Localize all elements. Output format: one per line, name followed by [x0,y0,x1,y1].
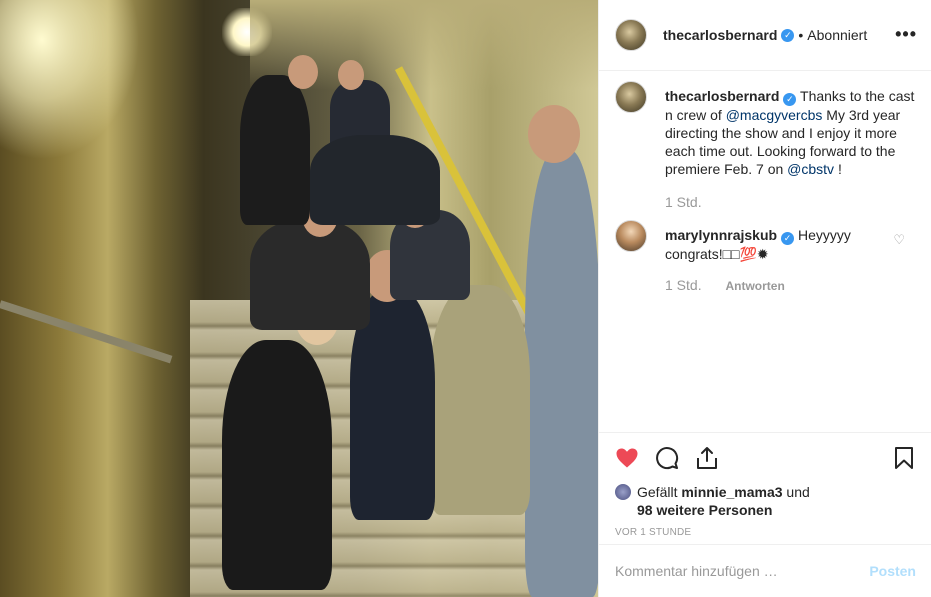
likes-others[interactable]: 98 weitere Personen [637,502,772,518]
caption-time[interactable]: 1 Std. [665,194,915,210]
mention-link[interactable]: @cbstv [787,161,834,177]
verified-icon: ✓ [781,28,795,42]
comment-time[interactable]: 1 Std. [665,277,702,293]
instagram-post: thecarlosbernard ✓ • Abonniert ••• theca… [0,0,931,597]
grey-handrail [0,300,173,364]
post-timestamp[interactable]: VOR 1 STUNDE [615,527,916,538]
heart-outline-icon[interactable]: ♡ [893,232,905,248]
post-photo[interactable] [0,0,598,597]
person-figure [222,340,332,590]
person-figure [525,150,598,597]
comment-icon[interactable] [655,446,679,470]
add-comment-bar: Kommentar hinzufügen … Posten [599,544,931,597]
person-head [528,105,580,163]
bookmark-icon[interactable] [892,446,916,470]
more-icon[interactable]: ••• [895,24,917,44]
liker-username[interactable]: minnie_mama3 [681,484,782,500]
comment-body: marylynnrajskub ✓ Heyyyyy congrats!□□💯✹ [665,226,915,263]
liker-avatar[interactable] [615,484,631,500]
person-figure [310,135,440,225]
person-figure [250,220,370,330]
likes-mid: und [782,484,810,500]
verified-icon: ✓ [781,232,795,245]
caption-text: ! [834,161,842,177]
action-icons [615,443,916,473]
share-icon[interactable] [695,446,719,470]
author-username[interactable]: thecarlosbernard [663,27,777,43]
likes-summary: Gefällt minnie_mama3 und 98 weitere Pers… [615,483,916,519]
person-figure [240,75,310,225]
follow-status-button[interactable]: Abonniert [807,27,867,43]
comment: marylynnrajskub ✓ Heyyyyy congrats!□□💯✹ [615,220,915,263]
post-comment-button[interactable]: Posten [869,563,916,579]
add-comment-input[interactable]: Kommentar hinzufügen … [615,563,869,579]
comment-username[interactable]: marylynnrajskub [665,227,777,243]
caption-body: thecarlosbernard ✓ Thanks to the cast n c… [665,87,915,178]
author-avatar[interactable] [615,19,647,51]
caption: thecarlosbernard ✓ Thanks to the cast n c… [615,81,915,178]
comments-list: thecarlosbernard ✓ Thanks to the cast n c… [599,71,931,293]
post-actions: Gefällt minnie_mama3 und 98 weitere Pers… [599,432,931,538]
verified-icon: ✓ [783,93,797,106]
post-header: thecarlosbernard ✓ • Abonniert ••• [599,0,931,71]
likes-text: Gefällt minnie_mama3 und 98 weitere Pers… [637,483,810,519]
likes-prefix: Gefällt [637,484,682,500]
light-glow [0,0,140,160]
caption-username[interactable]: thecarlosbernard [665,88,779,104]
comment-meta: 1 Std. Antworten [665,277,915,293]
caption-avatar[interactable] [615,81,647,113]
person-head [288,55,318,89]
post-sidebar: thecarlosbernard ✓ • Abonniert ••• theca… [598,0,931,597]
mention-link[interactable]: @macgyvercbs [726,107,823,123]
person-figure [430,285,530,515]
heart-filled-icon[interactable] [615,446,639,470]
person-head [338,60,364,90]
comment-avatar[interactable] [615,220,647,252]
header-separator: • [798,27,804,43]
reply-button[interactable]: Antworten [725,279,784,293]
